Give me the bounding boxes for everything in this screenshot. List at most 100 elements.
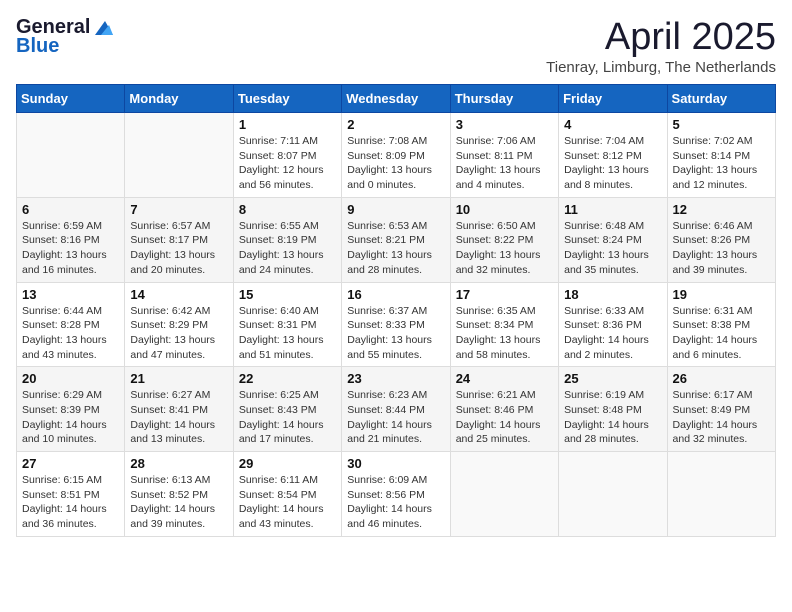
calendar-cell: 6 Sunrise: 6:59 AM Sunset: 8:16 PM Daylig…: [17, 197, 125, 282]
day-number: 2: [347, 117, 444, 132]
day-content: Sunrise: 6:17 AM Sunset: 8:49 PM Dayligh…: [673, 388, 770, 447]
day-content: Sunrise: 6:44 AM Sunset: 8:28 PM Dayligh…: [22, 304, 119, 363]
day-number: 9: [347, 202, 444, 217]
day-number: 10: [456, 202, 553, 217]
title-section: April 2025 Tienray, Limburg, The Netherl…: [546, 16, 776, 76]
day-content: Sunrise: 7:06 AM Sunset: 8:11 PM Dayligh…: [456, 134, 553, 193]
day-content: Sunrise: 6:42 AM Sunset: 8:29 PM Dayligh…: [130, 304, 227, 363]
weekday-header: Tuesday: [233, 85, 341, 113]
day-content: Sunrise: 6:21 AM Sunset: 8:46 PM Dayligh…: [456, 388, 553, 447]
day-number: 4: [564, 117, 661, 132]
day-number: 8: [239, 202, 336, 217]
day-number: 12: [673, 202, 770, 217]
calendar-cell: 17Sunrise: 6:35 AM Sunset: 8:34 PM Dayli…: [450, 282, 558, 367]
day-content: Sunrise: 6:31 AM Sunset: 8:38 PM Dayligh…: [673, 304, 770, 363]
day-content: Sunrise: 6:33 AM Sunset: 8:36 PM Dayligh…: [564, 304, 661, 363]
calendar-cell: [125, 113, 233, 198]
calendar-week-row: 20 Sunrise: 6:29 AM Sunset: 8:39 PM Dayli…: [17, 367, 776, 452]
day-number: 25: [564, 371, 661, 386]
calendar-cell: 10 Sunrise: 6:50 AM Sunset: 8:22 PM Dayli…: [450, 197, 558, 282]
day-content: Sunrise: 6:57 AM Sunset: 8:17 PM Dayligh…: [130, 219, 227, 278]
day-number: 29: [239, 456, 336, 471]
calendar-cell: 1 Sunrise: 7:11 AM Sunset: 8:07 PM Daylig…: [233, 113, 341, 198]
calendar-cell: 7Sunrise: 6:57 AM Sunset: 8:17 PM Daylig…: [125, 197, 233, 282]
day-content: Sunrise: 6:25 AM Sunset: 8:43 PM Dayligh…: [239, 388, 336, 447]
day-number: 18: [564, 287, 661, 302]
day-content: Sunrise: 7:02 AM Sunset: 8:14 PM Dayligh…: [673, 134, 770, 193]
calendar-cell: 18 Sunrise: 6:33 AM Sunset: 8:36 PM Dayli…: [559, 282, 667, 367]
calendar-cell: 8 Sunrise: 6:55 AM Sunset: 8:19 PM Daylig…: [233, 197, 341, 282]
calendar-cell: 15Sunrise: 6:40 AM Sunset: 8:31 PM Dayli…: [233, 282, 341, 367]
day-content: Sunrise: 7:11 AM Sunset: 8:07 PM Dayligh…: [239, 134, 336, 193]
calendar-cell: 2 Sunrise: 7:08 AM Sunset: 8:09 PM Daylig…: [342, 113, 450, 198]
calendar-cell: 14 Sunrise: 6:42 AM Sunset: 8:29 PM Dayli…: [125, 282, 233, 367]
day-content: Sunrise: 6:19 AM Sunset: 8:48 PM Dayligh…: [564, 388, 661, 447]
calendar-cell: 4 Sunrise: 7:04 AM Sunset: 8:12 PM Daylig…: [559, 113, 667, 198]
day-number: 3: [456, 117, 553, 132]
day-number: 19: [673, 287, 770, 302]
calendar-cell: 19 Sunrise: 6:31 AM Sunset: 8:38 PM Dayli…: [667, 282, 775, 367]
day-number: 6: [22, 202, 119, 217]
calendar-cell: 25 Sunrise: 6:19 AM Sunset: 8:48 PM Dayli…: [559, 367, 667, 452]
day-number: 20: [22, 371, 119, 386]
day-content: Sunrise: 6:53 AM Sunset: 8:21 PM Dayligh…: [347, 219, 444, 278]
calendar-week-row: 27 Sunrise: 6:15 AM Sunset: 8:51 PM Dayli…: [17, 452, 776, 537]
day-number: 26: [673, 371, 770, 386]
day-number: 28: [130, 456, 227, 471]
calendar-cell: 29 Sunrise: 6:11 AM Sunset: 8:54 PM Dayli…: [233, 452, 341, 537]
day-number: 5: [673, 117, 770, 132]
weekday-header: Sunday: [17, 85, 125, 113]
weekday-header: Friday: [559, 85, 667, 113]
calendar-cell: 27 Sunrise: 6:15 AM Sunset: 8:51 PM Dayli…: [17, 452, 125, 537]
day-content: Sunrise: 6:23 AM Sunset: 8:44 PM Dayligh…: [347, 388, 444, 447]
day-number: 15: [239, 287, 336, 302]
day-number: 14: [130, 287, 227, 302]
day-content: Sunrise: 6:50 AM Sunset: 8:22 PM Dayligh…: [456, 219, 553, 278]
day-number: 22: [239, 371, 336, 386]
calendar-cell: 24 Sunrise: 6:21 AM Sunset: 8:46 PM Dayli…: [450, 367, 558, 452]
day-content: Sunrise: 6:11 AM Sunset: 8:54 PM Dayligh…: [239, 473, 336, 532]
calendar-cell: 28 Sunrise: 6:13 AM Sunset: 8:52 PM Dayli…: [125, 452, 233, 537]
weekday-header: Saturday: [667, 85, 775, 113]
day-content: Sunrise: 7:04 AM Sunset: 8:12 PM Dayligh…: [564, 134, 661, 193]
calendar-cell: 3 Sunrise: 7:06 AM Sunset: 8:11 PM Daylig…: [450, 113, 558, 198]
day-number: 24: [456, 371, 553, 386]
day-number: 16: [347, 287, 444, 302]
calendar-cell: [450, 452, 558, 537]
calendar-cell: 5 Sunrise: 7:02 AM Sunset: 8:14 PM Daylig…: [667, 113, 775, 198]
weekday-header: Monday: [125, 85, 233, 113]
day-content: Sunrise: 7:08 AM Sunset: 8:09 PM Dayligh…: [347, 134, 444, 193]
day-content: Sunrise: 6:13 AM Sunset: 8:52 PM Dayligh…: [130, 473, 227, 532]
calendar-cell: 13 Sunrise: 6:44 AM Sunset: 8:28 PM Dayli…: [17, 282, 125, 367]
day-number: 13: [22, 287, 119, 302]
calendar-cell: 26 Sunrise: 6:17 AM Sunset: 8:49 PM Dayli…: [667, 367, 775, 452]
calendar-cell: [17, 113, 125, 198]
day-content: Sunrise: 6:59 AM Sunset: 8:16 PM Dayligh…: [22, 219, 119, 278]
day-content: Sunrise: 6:37 AM Sunset: 8:33 PM Dayligh…: [347, 304, 444, 363]
calendar-cell: [667, 452, 775, 537]
logo: General Blue: [16, 16, 113, 58]
calendar-cell: 9 Sunrise: 6:53 AM Sunset: 8:21 PM Daylig…: [342, 197, 450, 282]
day-content: Sunrise: 6:27 AM Sunset: 8:41 PM Dayligh…: [130, 388, 227, 447]
calendar-cell: 22 Sunrise: 6:25 AM Sunset: 8:43 PM Dayli…: [233, 367, 341, 452]
day-content: Sunrise: 6:15 AM Sunset: 8:51 PM Dayligh…: [22, 473, 119, 532]
calendar-week-row: 1 Sunrise: 7:11 AM Sunset: 8:07 PM Daylig…: [17, 113, 776, 198]
weekday-header: Wednesday: [342, 85, 450, 113]
logo-icon: [91, 19, 113, 37]
day-content: Sunrise: 6:29 AM Sunset: 8:39 PM Dayligh…: [22, 388, 119, 447]
day-number: 17: [456, 287, 553, 302]
day-content: Sunrise: 6:46 AM Sunset: 8:26 PM Dayligh…: [673, 219, 770, 278]
calendar-cell: [559, 452, 667, 537]
day-number: 27: [22, 456, 119, 471]
day-number: 23: [347, 371, 444, 386]
calendar-cell: 23 Sunrise: 6:23 AM Sunset: 8:44 PM Dayli…: [342, 367, 450, 452]
day-content: Sunrise: 6:55 AM Sunset: 8:19 PM Dayligh…: [239, 219, 336, 278]
calendar-week-row: 6 Sunrise: 6:59 AM Sunset: 8:16 PM Daylig…: [17, 197, 776, 282]
day-content: Sunrise: 6:48 AM Sunset: 8:24 PM Dayligh…: [564, 219, 661, 278]
day-content: Sunrise: 6:09 AM Sunset: 8:56 PM Dayligh…: [347, 473, 444, 532]
calendar-table: SundayMondayTuesdayWednesdayThursdayFrid…: [16, 84, 776, 537]
day-number: 1: [239, 117, 336, 132]
calendar-week-row: 13 Sunrise: 6:44 AM Sunset: 8:28 PM Dayli…: [17, 282, 776, 367]
day-number: 30: [347, 456, 444, 471]
logo-blue-text: Blue: [16, 35, 59, 58]
